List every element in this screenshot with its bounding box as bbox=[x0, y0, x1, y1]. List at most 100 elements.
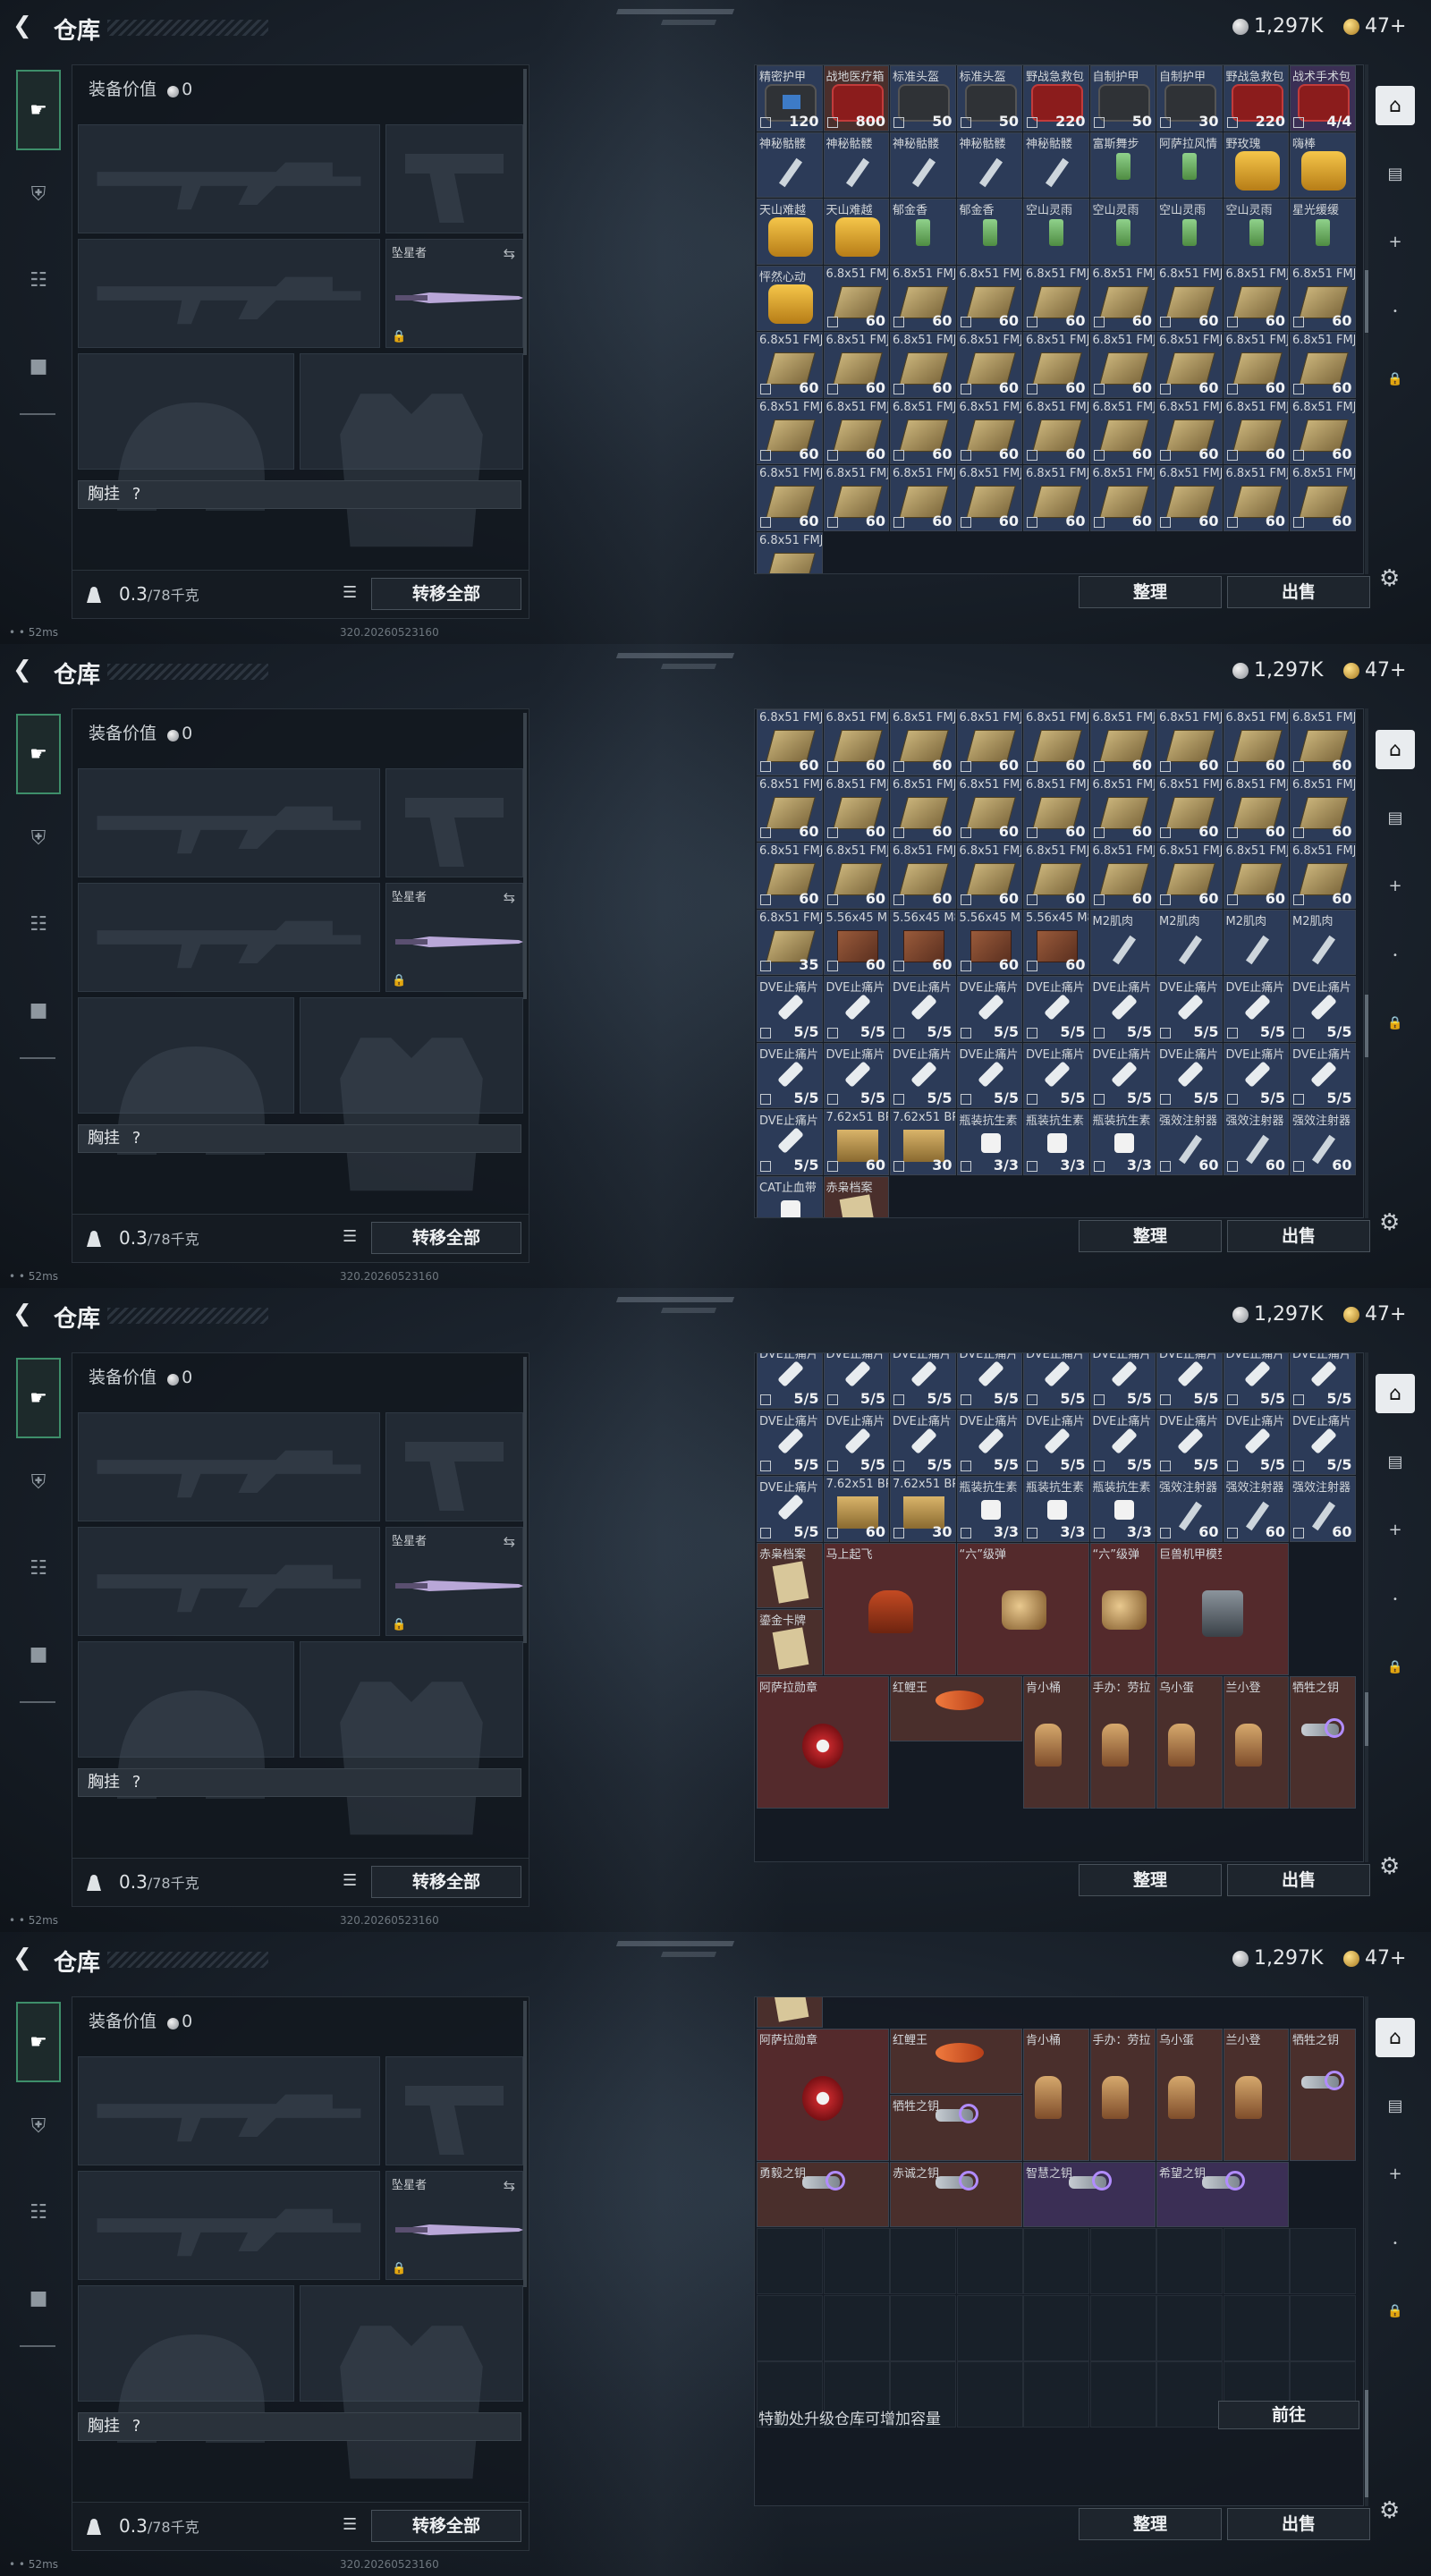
inventory-item[interactable]: 神秘骷髅 bbox=[823, 131, 889, 198]
inventory-item[interactable]: 6.8x51 FMJ 60 bbox=[956, 332, 1022, 398]
inventory-item[interactable]: DVE止痛片 5/5 bbox=[1023, 1042, 1089, 1108]
inventory-item[interactable]: 6.8x51 FMJ 60 bbox=[1089, 775, 1156, 842]
inventory-item[interactable]: DVE止痛片 5/5 bbox=[823, 1042, 889, 1108]
gear-icon[interactable]: ⚙ bbox=[1379, 1853, 1400, 1880]
gold-currency[interactable]: 47+ bbox=[1343, 1946, 1406, 1971]
pistol-slot[interactable] bbox=[385, 1412, 523, 1521]
helmet-slot[interactable] bbox=[78, 1641, 294, 1799]
inventory-item[interactable]: 瓶装抗生素 3/3 bbox=[1089, 1109, 1156, 1175]
inventory-item[interactable]: 野战急救包 220 bbox=[1223, 65, 1289, 131]
inventory-item[interactable]: 6.8x51 FMJ 60 bbox=[1156, 775, 1223, 842]
tab-supplies[interactable]: ☷ bbox=[16, 2172, 61, 2252]
inventory-item[interactable]: 战地医疗箱 800 bbox=[823, 65, 889, 131]
inventory-item[interactable]: 6.8x51 FMJ 60 bbox=[1156, 843, 1223, 909]
sell-button[interactable]: 出售 bbox=[1227, 576, 1370, 608]
inventory-item[interactable]: 7.62x51 BPZ 60 bbox=[823, 1476, 889, 1542]
chest-rig-bar[interactable]: 胸挂 ? bbox=[78, 2412, 521, 2441]
sort-button[interactable]: 整理 bbox=[1079, 1864, 1222, 1896]
inventory-item[interactable]: 肯小桶 bbox=[1023, 2028, 1089, 2161]
inventory-item[interactable]: 牺牲之钥 bbox=[890, 2095, 1022, 2161]
inventory-item[interactable]: DVE止痛片 5/5 bbox=[890, 1409, 956, 1475]
inventory-item[interactable]: 6.8x51 FMJ 60 bbox=[1223, 465, 1289, 531]
tab-supplies[interactable]: ☷ bbox=[16, 240, 61, 320]
inventory-item[interactable]: 野战急救包 220 bbox=[1023, 65, 1089, 131]
tab-supplies[interactable]: ☷ bbox=[16, 1528, 61, 1608]
inventory-item[interactable]: 6.8x51 FMJ 60 bbox=[1290, 398, 1356, 464]
sort-button[interactable]: 整理 bbox=[1079, 1220, 1222, 1252]
chart-icon[interactable]: ▤ bbox=[1376, 798, 1415, 837]
inventory-item[interactable]: 瓶装抗生素 3/3 bbox=[1023, 1109, 1089, 1175]
inventory-item[interactable]: 6.8x51 FMJ 60 bbox=[1089, 265, 1156, 331]
tab-weapons[interactable]: ☛ bbox=[16, 1358, 61, 1438]
armor-slot[interactable] bbox=[300, 997, 523, 1191]
inventory-item[interactable]: 7.62x51 BPZ 60 bbox=[823, 1109, 889, 1175]
inventory-item[interactable]: 自制护甲 30 bbox=[1156, 65, 1223, 131]
inventory-item[interactable]: 6.8x51 FMJ 60 bbox=[1023, 775, 1089, 842]
loadout-scrollbar[interactable] bbox=[523, 2001, 527, 2287]
inventory-item[interactable]: DVE止痛片 5/5 bbox=[956, 1042, 1022, 1108]
empty-slot[interactable] bbox=[1223, 2228, 1290, 2294]
inventory-item[interactable]: 希望之钥 bbox=[1156, 2161, 1289, 2227]
inventory-item[interactable]: 赤枭档案 bbox=[757, 1542, 823, 1608]
inventory-item[interactable]: 阿萨拉勋章 bbox=[757, 1675, 889, 1809]
inventory-item[interactable]: 6.8x51 FMJ 60 bbox=[1290, 843, 1356, 909]
inventory-item[interactable]: 6.8x51 FMJ 60 bbox=[823, 709, 889, 775]
inventory-item[interactable]: 野玫瑰 bbox=[1223, 131, 1289, 198]
inventory-item[interactable]: 巨兽机甲模型 bbox=[1156, 1542, 1289, 1675]
inventory-item[interactable]: DVE止痛片 5/5 bbox=[1089, 976, 1156, 1042]
tab-weapons[interactable]: ☛ bbox=[16, 2002, 61, 2082]
transfer-all-button[interactable]: 转移全部 bbox=[371, 578, 521, 610]
sort-button[interactable]: 整理 bbox=[1079, 2508, 1222, 2540]
swap-icon[interactable]: ⇆ bbox=[504, 889, 515, 906]
inventory-item[interactable]: 乌小蛋 bbox=[1156, 2028, 1223, 2161]
empty-slot[interactable] bbox=[1089, 2361, 1156, 2428]
inventory-item[interactable]: 6.8x51 FMJ 60 bbox=[1156, 265, 1223, 331]
inventory-item[interactable]: DVE止痛片 5/5 bbox=[956, 1409, 1022, 1475]
back-arrow-icon[interactable]: ❮ bbox=[13, 13, 39, 39]
empty-slot[interactable] bbox=[1023, 2228, 1089, 2294]
inventory-item[interactable]: 空山灵雨 bbox=[1223, 199, 1289, 265]
goto-button[interactable]: 前往 bbox=[1218, 2401, 1359, 2429]
inventory-item[interactable]: 6.8x51 FMJ 60 bbox=[1023, 265, 1089, 331]
inventory-item[interactable]: 6.8x51 FMJ 60 bbox=[1290, 709, 1356, 775]
inventory-item[interactable]: DVE止痛片 5/5 bbox=[890, 1353, 956, 1409]
help-icon[interactable]: ? bbox=[132, 1773, 141, 1792]
inventory-item[interactable]: 标准头盔 50 bbox=[956, 65, 1022, 131]
inventory-item[interactable]: 6.8x51 FMJ 60 bbox=[1089, 465, 1156, 531]
swap-icon[interactable]: ⇆ bbox=[504, 245, 515, 262]
inventory-item[interactable]: 6.8x51 FMJ 60 bbox=[890, 843, 956, 909]
inventory-item[interactable]: DVE止痛片 5/5 bbox=[1290, 1353, 1356, 1409]
inventory-item[interactable]: 天山难越 bbox=[823, 199, 889, 265]
inventory-item[interactable]: 智慧之钥 bbox=[1023, 2161, 1156, 2227]
secondary-weapon-slot[interactable] bbox=[78, 239, 380, 348]
inventory-item[interactable]: 6.8x51 FMJ 60 bbox=[823, 843, 889, 909]
chest-rig-bar[interactable]: 胸挂 ? bbox=[78, 1768, 521, 1797]
inventory-item[interactable]: DVE止痛片 5/5 bbox=[1290, 1042, 1356, 1108]
silver-currency[interactable]: 1,297K bbox=[1232, 1946, 1323, 1971]
inventory-item[interactable]: 神秘骷髅 bbox=[890, 131, 956, 198]
armor-slot[interactable] bbox=[300, 353, 523, 547]
inventory-item[interactable]: DVE止痛片 5/5 bbox=[1156, 1409, 1223, 1475]
armor-slot[interactable] bbox=[300, 2285, 523, 2479]
inventory-item[interactable]: 强效注射器 60 bbox=[1156, 1476, 1223, 1542]
lock-icon[interactable]: 🔒 bbox=[1376, 2292, 1415, 2331]
inventory-item[interactable]: 手办：劳拉 bbox=[1089, 2028, 1156, 2161]
sell-button[interactable]: 出售 bbox=[1227, 2508, 1370, 2540]
inventory-item[interactable]: 6.8x51 FMJ 60 bbox=[1290, 775, 1356, 842]
inventory-item[interactable]: 6.8x51 FMJ35 bbox=[757, 909, 823, 975]
plus-icon[interactable]: + bbox=[1376, 1510, 1415, 1549]
inventory-item[interactable]: 6.8x51 FMJ 60 bbox=[823, 465, 889, 531]
empty-slot[interactable] bbox=[956, 2228, 1023, 2294]
inventory-item[interactable]: M2肌肉 bbox=[1156, 909, 1223, 975]
inventory-item[interactable]: 富斯舞步 bbox=[1089, 131, 1156, 198]
inventory-item[interactable]: 6.8x51 FMJ 60 bbox=[1089, 332, 1156, 398]
inventory-item[interactable]: 牺牲之钥 bbox=[1290, 2028, 1356, 2161]
inventory-item[interactable]: 神秘骷髅 bbox=[757, 131, 823, 198]
empty-slot[interactable] bbox=[757, 2228, 823, 2294]
loadout-scrollbar[interactable] bbox=[523, 69, 527, 355]
inventory-item[interactable]: 6.8x51 FMJ 60 bbox=[1156, 709, 1223, 775]
inventory-item[interactable]: 6.8x51 FMJ 60 bbox=[823, 332, 889, 398]
inventory-item[interactable]: 阿萨拉风情 bbox=[1156, 131, 1223, 198]
inventory-item[interactable]: 马上起飞 bbox=[823, 1542, 956, 1675]
inventory-item[interactable]: 6.8x51 FMJ35 bbox=[757, 531, 823, 573]
